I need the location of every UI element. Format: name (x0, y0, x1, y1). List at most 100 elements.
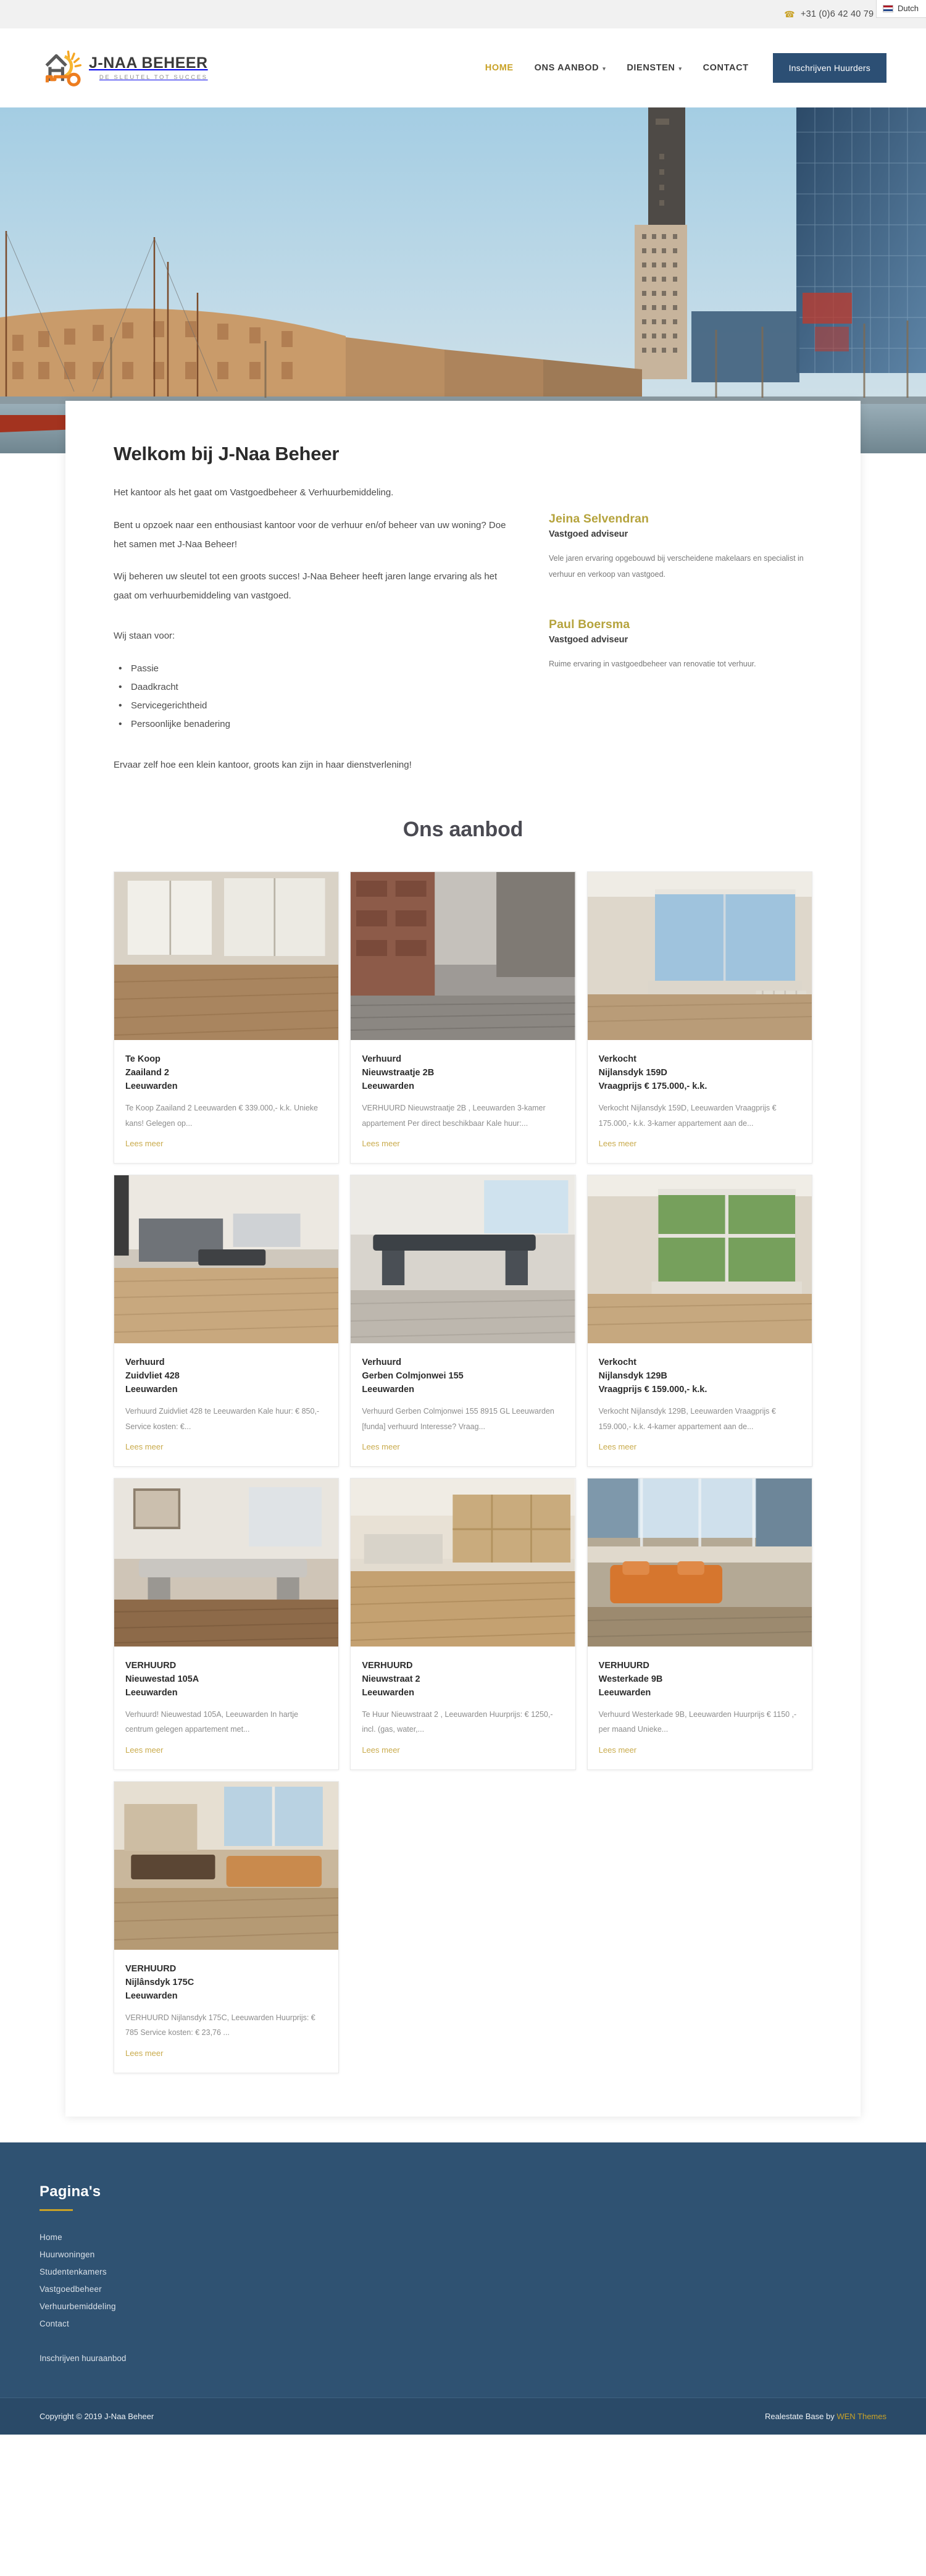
property-card[interactable]: VERHUURD Nijlânsdyk 175C Leeuwarden VERH… (114, 1781, 340, 2073)
theme-credit-prefix: Realestate Base by (764, 2411, 837, 2421)
property-title: VERHUURD Westerkade 9B Leeuwarden (598, 1660, 663, 1698)
team-member-role: Vastgoed adviseur (549, 634, 628, 645)
footer-link-studentenkamers[interactable]: Studentenkamers (40, 2267, 107, 2276)
property-card[interactable]: VERHUURD Nieuwestad 105A Leeuwarden Verh… (114, 1477, 340, 1770)
property-thumbnail[interactable] (587, 872, 812, 1041)
property-thumbnail[interactable] (351, 872, 575, 1041)
property-title: Verhuurd Nieuwstraatje 2B Leeuwarden (362, 1054, 435, 1092)
read-more-link[interactable]: Lees meer (599, 1442, 636, 1451)
property-excerpt: Te Huur Nieuwstraat 2 , Leeuwarden Huurp… (362, 1710, 553, 1734)
value-item: Persoonlijke benadering (119, 715, 512, 734)
nav-item-contact-label: CONTACT (703, 63, 749, 73)
footer-link-huurwoningen[interactable]: Huurwoningen (40, 2250, 94, 2259)
nav-item-ons-aanbod-label: ONS AANBOD (534, 63, 599, 73)
team-member-role: Vastgoed adviseur (549, 529, 628, 539)
read-more-link[interactable]: Lees meer (362, 1745, 399, 1755)
property-card[interactable]: Verkocht Nijlansdyk 159D Vraagprijs € 17… (586, 871, 812, 1164)
property-title: Verkocht Nijlansdyk 159D Vraagprijs € 17… (598, 1054, 707, 1092)
phone-icon: ☎ (784, 9, 795, 19)
property-title: Verhuurd Zuidvliet 428 Leeuwarden (125, 1357, 180, 1395)
property-title: Verkocht Nijlansdyk 129B Vraagprijs € 15… (598, 1357, 707, 1395)
team-member: Paul Boersma Vastgoed adviseur Ruime erv… (549, 618, 812, 672)
property-thumbnail[interactable] (114, 1175, 339, 1344)
inschrijven-huurders-button[interactable]: Inschrijven Huurders (772, 53, 886, 83)
phone-number-text: +31 (0)6 42 40 79 45 (800, 9, 886, 19)
closing-paragraph: Ervaar zelf hoe een klein kantoor, groot… (114, 759, 412, 770)
nav-item-diensten[interactable]: DIENSTEN ▾ (616, 63, 692, 73)
brand-name: J-NAA BEHEER (89, 54, 208, 72)
property-thumbnail[interactable] (114, 872, 339, 1041)
value-item: Passie (119, 659, 512, 679)
property-excerpt: VERHUURD Nieuwstraatje 2B , Leeuwarden 3… (362, 1104, 546, 1128)
property-thumbnail[interactable] (114, 1478, 339, 1647)
property-card[interactable]: VERHUURD Westerkade 9B Leeuwarden Verhuu… (586, 1477, 812, 1770)
team-member-bio: Ruime ervaring in vastgoedbeheer van ren… (549, 659, 756, 668)
property-thumbnail[interactable] (587, 1478, 812, 1647)
read-more-link[interactable]: Lees meer (599, 1745, 636, 1755)
property-title: VERHUURD Nijlânsdyk 175C Leeuwarden (125, 1963, 194, 2001)
top-utility-bar: ☎ +31 (0)6 42 40 79 45 Dutch (0, 0, 926, 28)
read-more-link[interactable]: Lees meer (362, 1442, 399, 1451)
property-card[interactable]: Te Koop Zaailand 2 Leeuwarden Te Koop Za… (114, 871, 340, 1164)
welcome-section: Welkom bij J-Naa Beheer Het kantoor als … (114, 443, 812, 813)
footer-link-home[interactable]: Home (40, 2233, 62, 2242)
footer-link-vastgoedbeheer[interactable]: Vastgoedbeheer (40, 2284, 102, 2294)
footer-link-list: Home Huurwoningen Studentenkamers Vastgo… (40, 2232, 886, 2330)
footer-title-underline (40, 2209, 73, 2211)
property-card[interactable]: Verkocht Nijlansdyk 129B Vraagprijs € 15… (586, 1175, 812, 1467)
read-more-link[interactable]: Lees meer (125, 2049, 163, 2058)
main-navigation: HOME ONS AANBOD ▾ DIENSTEN ▾ CONTACT Ins… (475, 53, 886, 83)
copyright-text: Copyright © 2019 J-Naa Beheer (40, 2411, 154, 2421)
property-excerpt: Verhuurd Westerkade 9B, Leeuwarden Huurp… (598, 1710, 797, 1734)
property-title: Te Koop Zaailand 2 Leeuwarden (125, 1054, 178, 1092)
chevron-down-icon: ▾ (603, 65, 606, 72)
footer-link-inschrijven-huuraanbod[interactable]: Inschrijven huuraanbod (40, 2354, 126, 2363)
property-excerpt: Verhuurd Zuidvliet 428 te Leeuwarden Kal… (125, 1407, 320, 1431)
nav-item-ons-aanbod[interactable]: ONS AANBOD ▾ (524, 63, 617, 73)
intro-paragraph-2: Bent u opzoek naar een enthousiast kanto… (114, 519, 506, 550)
property-thumbnail[interactable] (351, 1175, 575, 1344)
nav-item-home[interactable]: HOME (475, 63, 524, 73)
read-more-link[interactable]: Lees meer (125, 1442, 163, 1451)
site-header: J-NAA BEHEER DE SLEUTEL TOT SUCCES HOME … (0, 28, 926, 107)
phone-number[interactable]: ☎ +31 (0)6 42 40 79 45 (784, 9, 886, 20)
page-title: Welkom bij J-Naa Beheer (114, 443, 340, 464)
dutch-flag-icon (883, 4, 894, 12)
values-intro: Wij staan voor: (114, 630, 175, 641)
welcome-text-column: Welkom bij J-Naa Beheer Het kantoor als … (114, 443, 512, 788)
property-title: VERHUURD Nieuwestad 105A Leeuwarden (125, 1660, 199, 1698)
house-key-sun-logo-icon (40, 49, 81, 87)
read-more-link[interactable]: Lees meer (125, 1745, 163, 1755)
read-more-link[interactable]: Lees meer (362, 1139, 399, 1148)
value-item: Servicegerichtheid (119, 696, 512, 716)
property-title: VERHUURD Nieuwstraat 2 Leeuwarden (362, 1660, 420, 1698)
property-card[interactable]: Verhuurd Gerben Colmjonwei 155 Leeuwarde… (350, 1175, 576, 1467)
property-thumbnail[interactable] (114, 1781, 339, 1950)
footer-link-contact[interactable]: Contact (40, 2319, 69, 2328)
nav-item-contact[interactable]: CONTACT (693, 63, 759, 73)
team-member-bio: Vele jaren ervaring opgebouwd bij versch… (549, 554, 804, 579)
offer-section: Ons aanbod Te Koop Zaailand 2 Leeuwarden… (114, 813, 812, 2116)
main-content-card: Welkom bij J-Naa Beheer Het kantoor als … (65, 401, 861, 2117)
intro-paragraph-3: Wij beheren uw sleutel tot een groots su… (114, 571, 498, 601)
language-switcher[interactable]: Dutch (876, 0, 926, 18)
property-thumbnail[interactable] (351, 1478, 575, 1647)
team-member-name: Paul Boersma (549, 617, 630, 631)
property-grid: Te Koop Zaailand 2 Leeuwarden Te Koop Za… (114, 871, 812, 2073)
property-thumbnail[interactable] (587, 1175, 812, 1344)
team-member-name: Jeina Selvendran (549, 512, 649, 526)
theme-credit: Realestate Base by WEN Themes (765, 2412, 886, 2421)
value-item: Daadkracht (119, 678, 512, 697)
read-more-link[interactable]: Lees meer (125, 1139, 163, 1148)
language-label: Dutch (898, 4, 919, 13)
footer-link-verhuurbemiddeling[interactable]: Verhuurbemiddeling (40, 2302, 116, 2311)
property-excerpt: Verkocht Nijlansdyk 129B, Leeuwarden Vra… (598, 1407, 776, 1431)
property-card[interactable]: Verhuurd Nieuwstraatje 2B Leeuwarden VER… (350, 871, 576, 1164)
nav-item-diensten-label: DIENSTEN (627, 63, 675, 73)
nav-item-home-label: HOME (485, 63, 514, 73)
property-card[interactable]: Verhuurd Zuidvliet 428 Leeuwarden Verhuu… (114, 1175, 340, 1467)
theme-credit-link[interactable]: WEN Themes (836, 2412, 886, 2421)
property-card[interactable]: VERHUURD Nieuwstraat 2 Leeuwarden Te Huu… (350, 1477, 576, 1770)
brand-logo-link[interactable]: J-NAA BEHEER DE SLEUTEL TOT SUCCES (40, 49, 208, 87)
read-more-link[interactable]: Lees meer (599, 1139, 636, 1148)
